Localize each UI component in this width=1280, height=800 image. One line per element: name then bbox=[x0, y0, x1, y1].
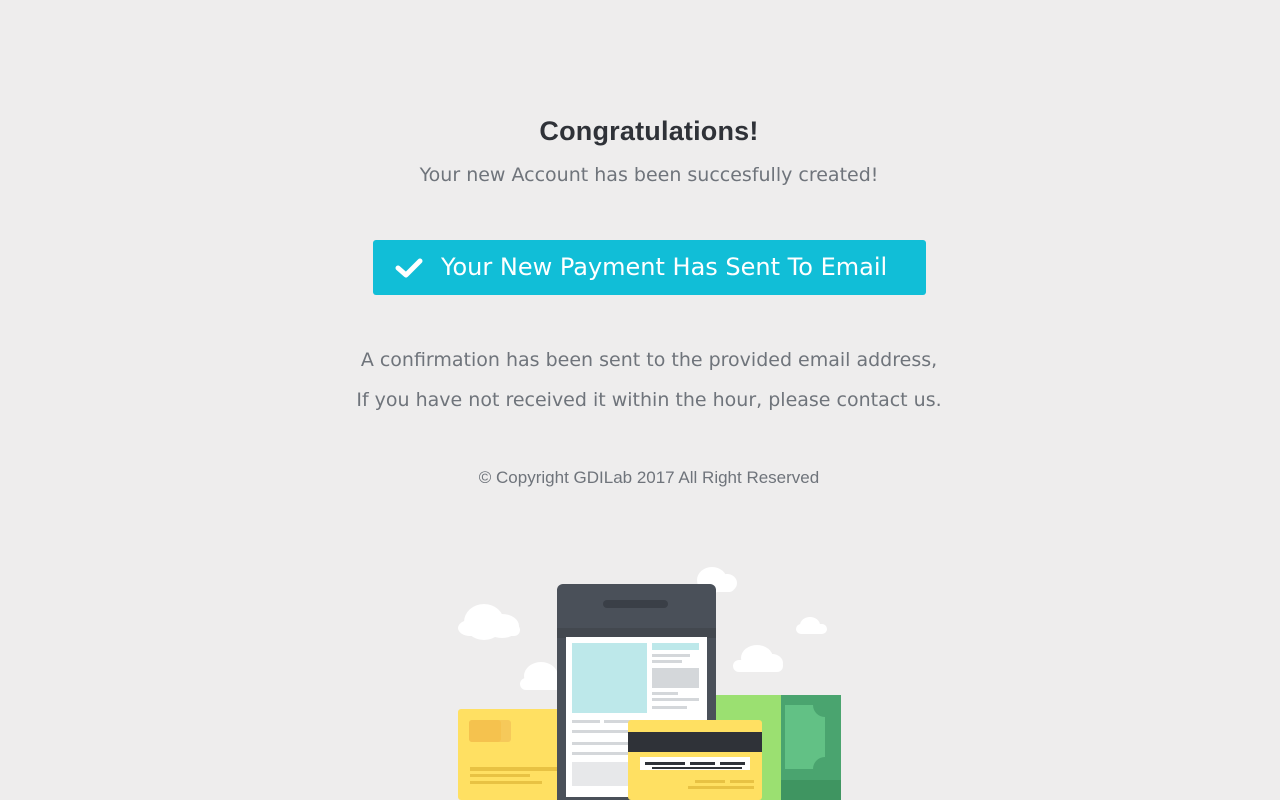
confirmation-line-1: A confirmation has been sent to the prov… bbox=[360, 349, 938, 371]
banner-text: Your New Payment Has Sent To Email bbox=[441, 253, 888, 281]
page: Congratulations! Your new Account has be… bbox=[0, 0, 1280, 800]
confirmation-line-2: If you have not received it within the h… bbox=[356, 389, 942, 411]
page-title: Congratulations! bbox=[539, 116, 759, 146]
cloud-icon bbox=[796, 617, 827, 634]
check-icon bbox=[395, 258, 423, 278]
cloud-icon bbox=[458, 604, 520, 640]
email-sent-banner: Your New Payment Has Sent To Email bbox=[373, 240, 926, 295]
cloud-icon bbox=[697, 567, 737, 593]
credit-card-icon bbox=[628, 720, 762, 800]
confirmation-message: A confirmation has been sent to the prov… bbox=[0, 340, 1280, 420]
smartphone-icon bbox=[557, 584, 716, 800]
cloud-icon bbox=[520, 662, 562, 690]
cloud-icon bbox=[733, 645, 783, 672]
cash-icon bbox=[704, 695, 841, 800]
credit-card-icon bbox=[458, 709, 573, 800]
copyright-text: © Copyright GDILab 2017 All Right Reserv… bbox=[478, 468, 820, 487]
page-subtitle: Your new Account has been succesfully cr… bbox=[419, 164, 879, 186]
